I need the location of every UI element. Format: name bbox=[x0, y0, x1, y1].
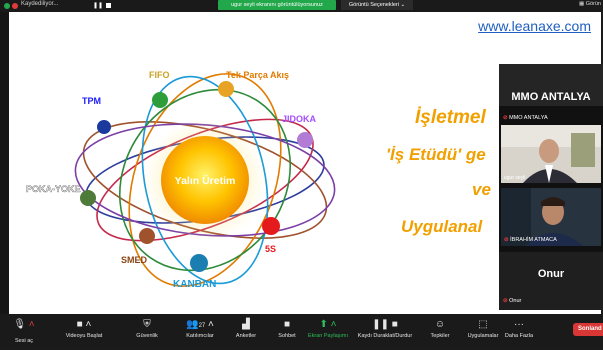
node-tek-parca bbox=[218, 81, 234, 97]
share-screen-icon: ⬆ ˄ bbox=[319, 319, 337, 330]
label-kanban: KANBAN bbox=[173, 279, 216, 290]
chat-icon: ■ bbox=[283, 319, 291, 330]
participant-display-name: Onur bbox=[537, 268, 565, 280]
label-poka-yoke: POKA-YOKE bbox=[26, 184, 81, 194]
node-tpm bbox=[97, 120, 111, 134]
slide-title-line: ve bbox=[472, 180, 491, 199]
node-5s bbox=[262, 217, 280, 235]
meeting-top-bar: Kaydediliyor... ❚❚ ugur seyli ekranını g… bbox=[0, 0, 603, 12]
participant-video[interactable]: ugur seyli bbox=[501, 125, 601, 183]
participant-count: 27 bbox=[198, 323, 206, 329]
label-fifo: FIFO bbox=[149, 70, 170, 80]
video-off-icon: ■ ˄ bbox=[76, 319, 92, 330]
label-jidoka: JIDOKA bbox=[282, 114, 317, 124]
panel-header: MMO ANTALYA bbox=[499, 64, 603, 106]
reactions-button[interactable]: ☺ Tepkiler bbox=[418, 316, 462, 339]
participants-icon: 👥27 ˄ bbox=[186, 319, 214, 330]
end-meeting-button[interactable]: Sonland bbox=[573, 323, 603, 336]
node-fifo bbox=[152, 92, 168, 108]
participant-name: ⊘ Onur bbox=[503, 298, 522, 304]
shield-icon: ⛨ bbox=[143, 319, 151, 330]
slide-title-line: İşletmel bbox=[415, 107, 486, 128]
node-poka-yoke bbox=[80, 190, 96, 206]
mic-muted-icon: ⊘ bbox=[503, 115, 508, 121]
label-smed: SMED bbox=[121, 255, 148, 265]
center-label: Yalın Üretim bbox=[175, 174, 236, 187]
left-edge bbox=[0, 12, 9, 314]
slide-title-line: Uygulanal bbox=[401, 217, 483, 236]
mic-muted-icon: ⊘ bbox=[504, 237, 509, 243]
slide-title-line: 'İş Etüdü' ge bbox=[386, 145, 486, 164]
recording-icon bbox=[12, 3, 18, 9]
node-jidoka bbox=[297, 132, 313, 148]
participant-name: ⊘ MMO ANTALYA bbox=[503, 115, 548, 121]
screen-share-notice: ugur seyli ekranını görüntülüyorsunuz bbox=[218, 0, 336, 10]
mic-muted-icon: ⊘ bbox=[503, 298, 508, 304]
stop-recording-icon[interactable] bbox=[106, 3, 111, 8]
node-kanban bbox=[190, 254, 208, 272]
label-tpm: TPM bbox=[82, 96, 101, 106]
participant-name: ugur seyli bbox=[504, 175, 526, 181]
more-icon: ··· bbox=[514, 319, 524, 330]
participant-name: ⊘ İBRAHİM ATMACA bbox=[504, 237, 557, 243]
pause-recording-icon[interactable]: ❚❚ bbox=[93, 2, 103, 9]
smile-icon: ☺ bbox=[434, 319, 446, 330]
mic-muted-icon: 🎙 ˄ Sesi aç bbox=[13, 319, 35, 344]
chart-icon: ▟ bbox=[242, 319, 250, 330]
security-shield-icon bbox=[4, 3, 10, 9]
label-tek-parca: Tek Parça Akış bbox=[226, 70, 289, 80]
website-link[interactable]: www.leanaxe.com bbox=[478, 18, 591, 34]
pause-stop-recording-button[interactable]: ❚❚ ■ Kaydı Duraklat/Durdur bbox=[355, 316, 415, 339]
polls-button[interactable]: ▟ Anketler bbox=[224, 316, 268, 339]
chat-button[interactable]: ■ Sohbet bbox=[265, 316, 309, 339]
participants-panel: MMO ANTALYA ⊘ MMO ANTALYA ugur seyli ⊘ İ… bbox=[499, 64, 603, 310]
unmute-button[interactable]: 🎙 ˄ Sesi aç bbox=[2, 316, 46, 344]
view-options-button[interactable]: Görüntü Seçenekleri ⌄ bbox=[341, 0, 413, 10]
security-button[interactable]: ⛨ Güvenlik bbox=[125, 316, 169, 339]
meeting-toolbar: 🎙 ˄ Sesi aç ■ ˄ Videoyu Başlat ⛨ Güvenli… bbox=[0, 314, 603, 346]
recording-status: Kaydediliyor... bbox=[21, 1, 59, 7]
participant-video[interactable]: ⊘ İBRAHİM ATMACA bbox=[501, 188, 601, 246]
view-toggle-button[interactable]: ▦ Görün bbox=[579, 1, 601, 7]
start-video-button[interactable]: ■ ˄ Videoyu Başlat bbox=[58, 316, 110, 339]
participant-tile[interactable]: Onur ⊘ Onur bbox=[499, 252, 603, 310]
node-smed bbox=[139, 228, 155, 244]
more-button[interactable]: ··· Daha Fazla bbox=[497, 316, 541, 339]
label-5s: 5S bbox=[265, 244, 276, 254]
participants-button[interactable]: 👥27 ˄ Katılımcılar bbox=[178, 316, 222, 339]
share-screen-button[interactable]: ⬆ ˄ Ekran Paylaşımı bbox=[306, 316, 350, 339]
pause-stop-icon: ❚❚ ■ bbox=[372, 319, 398, 330]
